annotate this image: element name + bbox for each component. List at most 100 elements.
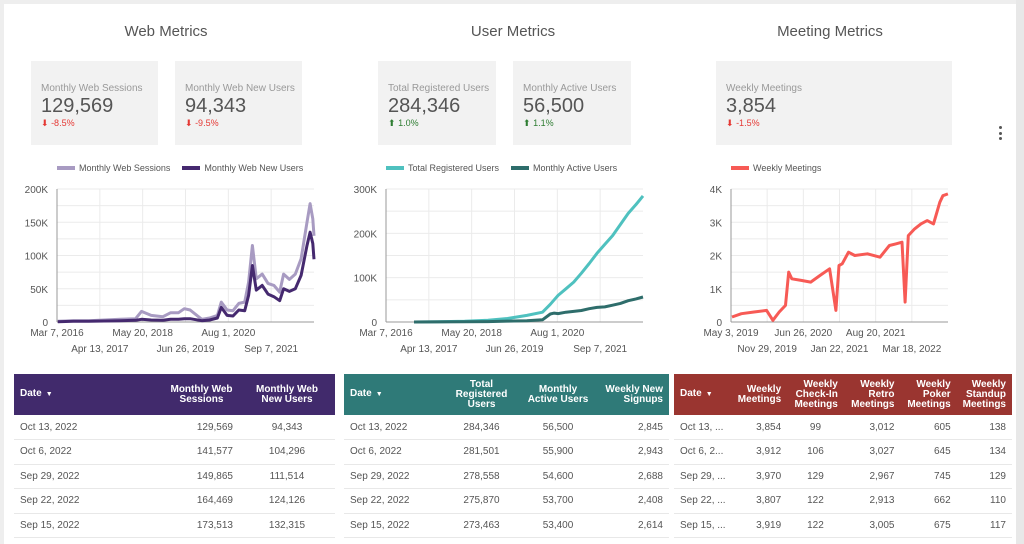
- value-cell: 138: [956, 415, 1012, 440]
- date-cell: Sep 22, 2022: [14, 488, 164, 514]
- meeting-metrics-table: Date ▼ Weekly Meetings Weekly Check-In Me…: [674, 374, 1012, 538]
- value-cell: 122: [787, 488, 844, 514]
- column-header[interactable]: Weekly Retro Meetings: [844, 374, 901, 415]
- kpi-label: Weekly Meetings: [726, 83, 802, 94]
- table-row[interactable]: Sep 15, ... 3,919 122 3,005 675 117: [674, 513, 1012, 538]
- section-title-users: User Metrics: [470, 23, 556, 40]
- value-cell: 149,865: [164, 464, 239, 489]
- column-header[interactable]: Total Registered Users: [444, 374, 519, 415]
- arrow-down-icon: ⬇: [726, 118, 734, 128]
- value-cell: 281,501: [444, 439, 519, 465]
- value-cell: 278,558: [444, 464, 519, 489]
- value-cell: 132,315: [239, 513, 335, 538]
- table-header-row: Date ▼ Monthly Web Sessions Monthly Web N…: [14, 374, 335, 415]
- legend-item[interactable]: Monthly Web Sessions: [57, 163, 170, 173]
- kpi-value: 284,346: [388, 95, 461, 117]
- value-cell: 3,970: [731, 464, 788, 489]
- sort-down-icon[interactable]: ▼: [46, 391, 53, 398]
- date-cell: Sep 22, ...: [674, 488, 732, 514]
- legend-item[interactable]: Monthly Web New Users: [182, 163, 303, 173]
- kpi-delta: ⬇ -9.5%: [185, 118, 219, 128]
- kpi-label: Total Registered Users: [388, 83, 490, 94]
- arrow-up-icon: ⬆: [523, 118, 531, 128]
- date-cell: Oct 13, ...: [674, 415, 732, 440]
- legend-item[interactable]: Total Registered Users: [386, 163, 499, 173]
- table-row[interactable]: Oct 6, 2022 141,577 104,296: [14, 439, 335, 465]
- arrow-down-icon: ⬇: [185, 118, 193, 128]
- legend-swatch: [511, 166, 530, 170]
- kpi-delta: ⬇ -1.5%: [726, 118, 760, 128]
- date-cell: Sep 29, 2022: [14, 464, 164, 489]
- value-cell: 645: [900, 439, 957, 465]
- table-row[interactable]: Sep 29, 2022 278,558 54,600 2,688: [344, 464, 669, 489]
- value-cell: 745: [900, 464, 957, 489]
- table-row[interactable]: Sep 22, 2022 164,469 124,126: [14, 488, 335, 514]
- value-cell: 3,027: [843, 439, 901, 465]
- arrow-up-icon: ⬆: [388, 118, 396, 128]
- table-row[interactable]: Oct 6, 2... 3,912 106 3,027 645 134: [674, 439, 1012, 465]
- legend-swatch: [386, 166, 404, 170]
- value-cell: 111,514: [239, 464, 335, 489]
- column-header[interactable]: Weekly New Signups: [597, 374, 669, 415]
- table-row[interactable]: Sep 29, ... 3,970 129 2,967 745 129: [674, 464, 1012, 489]
- value-cell: 3,807: [731, 488, 788, 514]
- value-cell: 3,005: [843, 513, 901, 538]
- table-row[interactable]: Sep 15, 2022 173,513 132,315: [14, 513, 335, 538]
- legend-item[interactable]: Weekly Meetings: [731, 163, 821, 173]
- table-row[interactable]: Oct 6, 2022 281,501 55,900 2,943: [344, 439, 669, 465]
- column-header[interactable]: Weekly Meetings: [732, 374, 787, 415]
- value-cell: 2,688: [597, 464, 669, 489]
- sort-down-icon[interactable]: ▼: [706, 391, 713, 398]
- table-header-row: Date ▼ Total Registered Users Monthly Act…: [344, 374, 669, 415]
- kpi-delta: ⬆ 1.1%: [523, 118, 554, 128]
- value-cell: 110: [956, 488, 1012, 514]
- column-header[interactable]: Weekly Poker Meetings: [900, 374, 956, 415]
- column-header-date[interactable]: Date ▼: [14, 374, 164, 415]
- column-header-date[interactable]: Date ▼: [674, 374, 732, 415]
- value-cell: 129: [787, 464, 844, 489]
- column-header[interactable]: Weekly Check-In Meetings: [787, 374, 844, 415]
- value-cell: 53,700: [519, 488, 597, 514]
- date-cell: Oct 13, 2022: [14, 415, 164, 440]
- kpi-value: 129,569: [41, 95, 114, 117]
- value-cell: 141,577: [164, 439, 239, 465]
- column-header[interactable]: Monthly Web Sessions: [164, 374, 239, 415]
- table-row[interactable]: Oct 13, ... 3,854 99 3,012 605 138: [674, 415, 1012, 440]
- page-scrollbar[interactable]: [1016, 0, 1024, 544]
- table-row[interactable]: Sep 22, ... 3,807 122 2,913 662 110: [674, 488, 1012, 514]
- date-cell: Sep 22, 2022: [344, 488, 444, 514]
- table-row[interactable]: Oct 13, 2022 129,569 94,343: [14, 415, 335, 440]
- legend-item[interactable]: Monthly Active Users: [511, 163, 617, 173]
- more-vertical-icon[interactable]: [995, 124, 1005, 142]
- value-cell: 55,900: [519, 439, 597, 465]
- value-cell: 56,500: [519, 415, 597, 440]
- column-header[interactable]: Weekly Standup Meetings: [957, 374, 1012, 415]
- sort-down-icon[interactable]: ▼: [376, 391, 383, 398]
- table-row[interactable]: Sep 22, 2022 275,870 53,700 2,408: [344, 488, 669, 514]
- table-row[interactable]: Sep 29, 2022 149,865 111,514: [14, 464, 335, 489]
- kpi-delta: ⬇ -8.5%: [41, 118, 75, 128]
- table-row[interactable]: Sep 15, 2022 273,463 53,400 2,614: [344, 513, 669, 538]
- value-cell: 2,913: [843, 488, 901, 514]
- date-cell: Sep 29, ...: [674, 464, 732, 489]
- kpi-label: Monthly Active Users: [523, 83, 617, 94]
- kpi-label: Monthly Web Sessions: [41, 83, 143, 94]
- value-cell: 273,463: [444, 513, 519, 538]
- section-title-web: Web Metrics: [124, 23, 208, 40]
- kpi-card-weekly-meetings: Weekly Meetings 3,854 ⬇ -1.5%: [716, 61, 952, 145]
- value-cell: 3,854: [731, 415, 788, 440]
- kpi-card-web-new-users: Monthly Web New Users 94,343 ⬇ -9.5%: [175, 61, 302, 145]
- column-header[interactable]: Monthly Active Users: [519, 374, 597, 415]
- column-header[interactable]: Monthly Web New Users: [239, 374, 335, 415]
- value-cell: 284,346: [444, 415, 519, 440]
- kpi-value: 94,343: [185, 95, 247, 117]
- value-cell: 2,845: [597, 415, 669, 440]
- value-cell: 2,967: [843, 464, 901, 489]
- table-row[interactable]: Oct 13, 2022 284,346 56,500 2,845: [344, 415, 669, 440]
- date-cell: Oct 13, 2022: [344, 415, 444, 440]
- value-cell: 2,943: [597, 439, 669, 465]
- legend-swatch: [731, 166, 749, 170]
- kpi-label: Monthly Web New Users: [185, 83, 295, 94]
- value-cell: 134: [956, 439, 1012, 465]
- column-header-date[interactable]: Date ▼: [344, 374, 444, 415]
